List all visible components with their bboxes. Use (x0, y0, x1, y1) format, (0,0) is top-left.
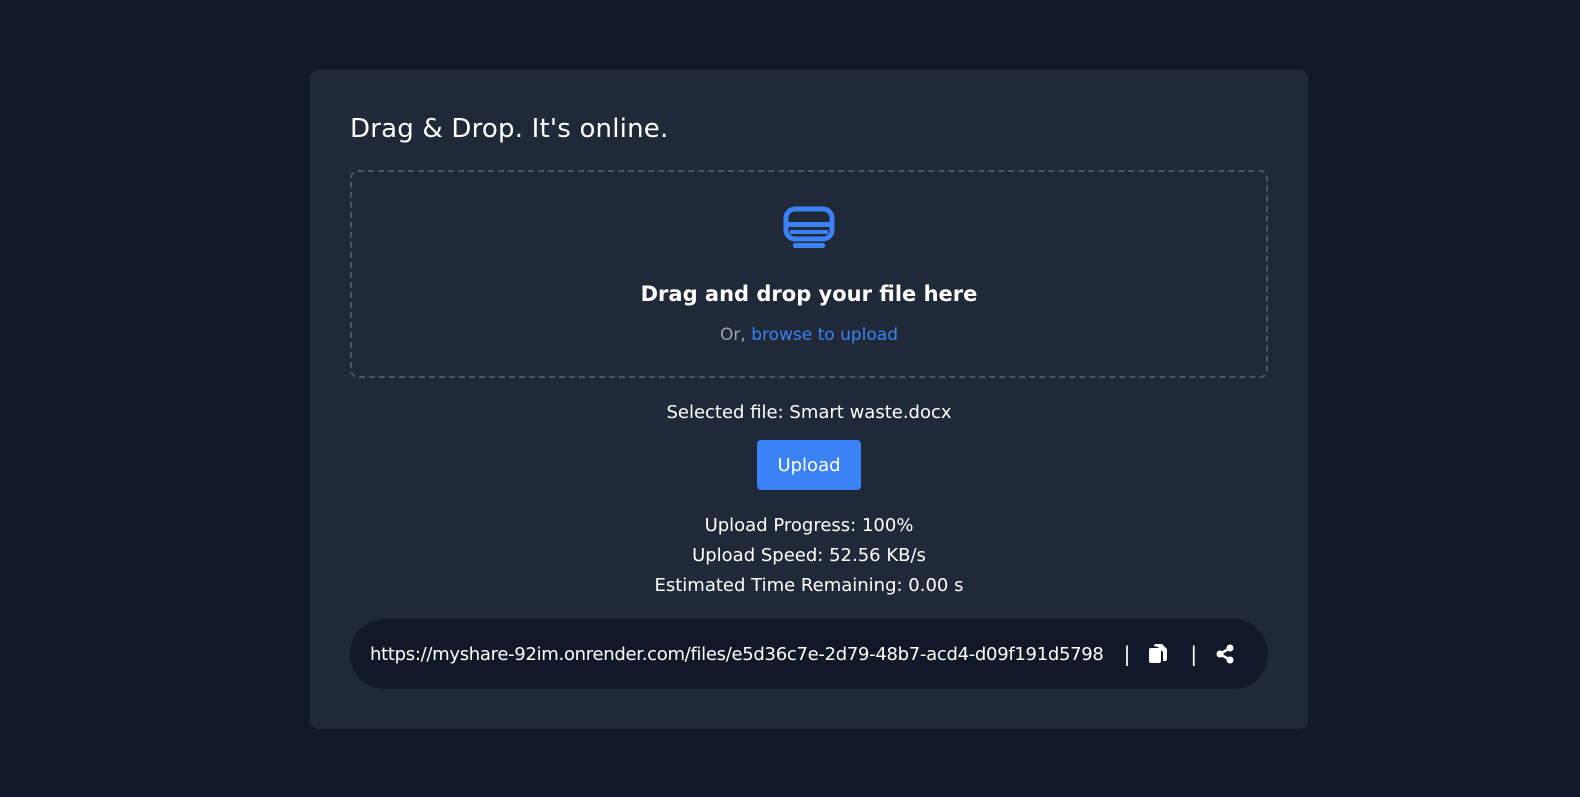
upload-button[interactable]: Upload (757, 440, 861, 490)
upload-progress-text: Upload Progress: 100% (704, 515, 914, 536)
upload-card: Drag & Drop. It's online. Drag and drop … (310, 70, 1308, 729)
share-url-text[interactable]: https://myshare-92im.onrender.com/files/… (370, 644, 1104, 665)
upload-eta-text: Estimated Time Remaining: 0.00 s (654, 575, 964, 596)
selected-file-label: Selected file: Smart waste.docx (666, 402, 952, 423)
file-dropzone[interactable]: Drag and drop your file here Or, browse … (350, 170, 1268, 378)
separator: | (1123, 642, 1131, 666)
browse-upload-link[interactable]: browse to upload (751, 325, 898, 345)
copy-icon[interactable] (1146, 642, 1170, 666)
separator-2: | (1190, 642, 1198, 666)
page-title: Drag & Drop. It's online. (350, 114, 669, 144)
dropzone-prefix: Or, (720, 325, 746, 345)
share-link-bar: https://myshare-92im.onrender.com/files/… (350, 619, 1268, 689)
upload-tray-icon (783, 206, 835, 252)
dropzone-subtext: Or, browse to upload (352, 325, 1266, 345)
share-icon[interactable] (1213, 642, 1237, 666)
upload-speed-text: Upload Speed: 52.56 KB/s (692, 545, 926, 566)
dropzone-heading: Drag and drop your file here (640, 282, 978, 306)
upload-stats: Upload Progress: 100% Upload Speed: 52.5… (310, 511, 1308, 601)
